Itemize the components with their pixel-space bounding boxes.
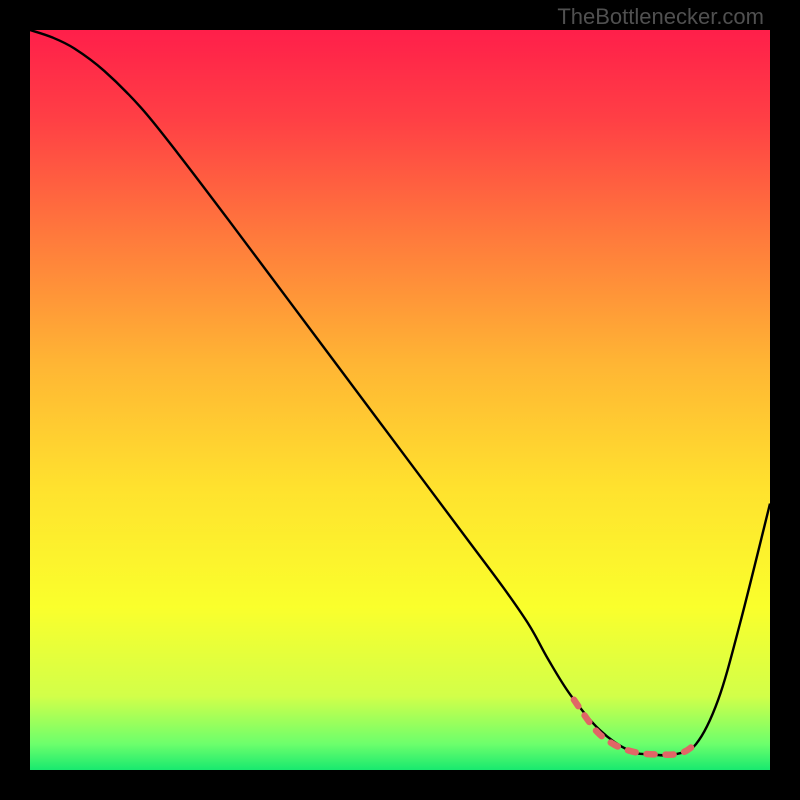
- bottleneck-chart: [30, 30, 770, 770]
- chart-frame: [30, 30, 770, 770]
- watermark-text: TheBottlenecker.com: [557, 4, 764, 30]
- chart-background-gradient: [30, 30, 770, 770]
